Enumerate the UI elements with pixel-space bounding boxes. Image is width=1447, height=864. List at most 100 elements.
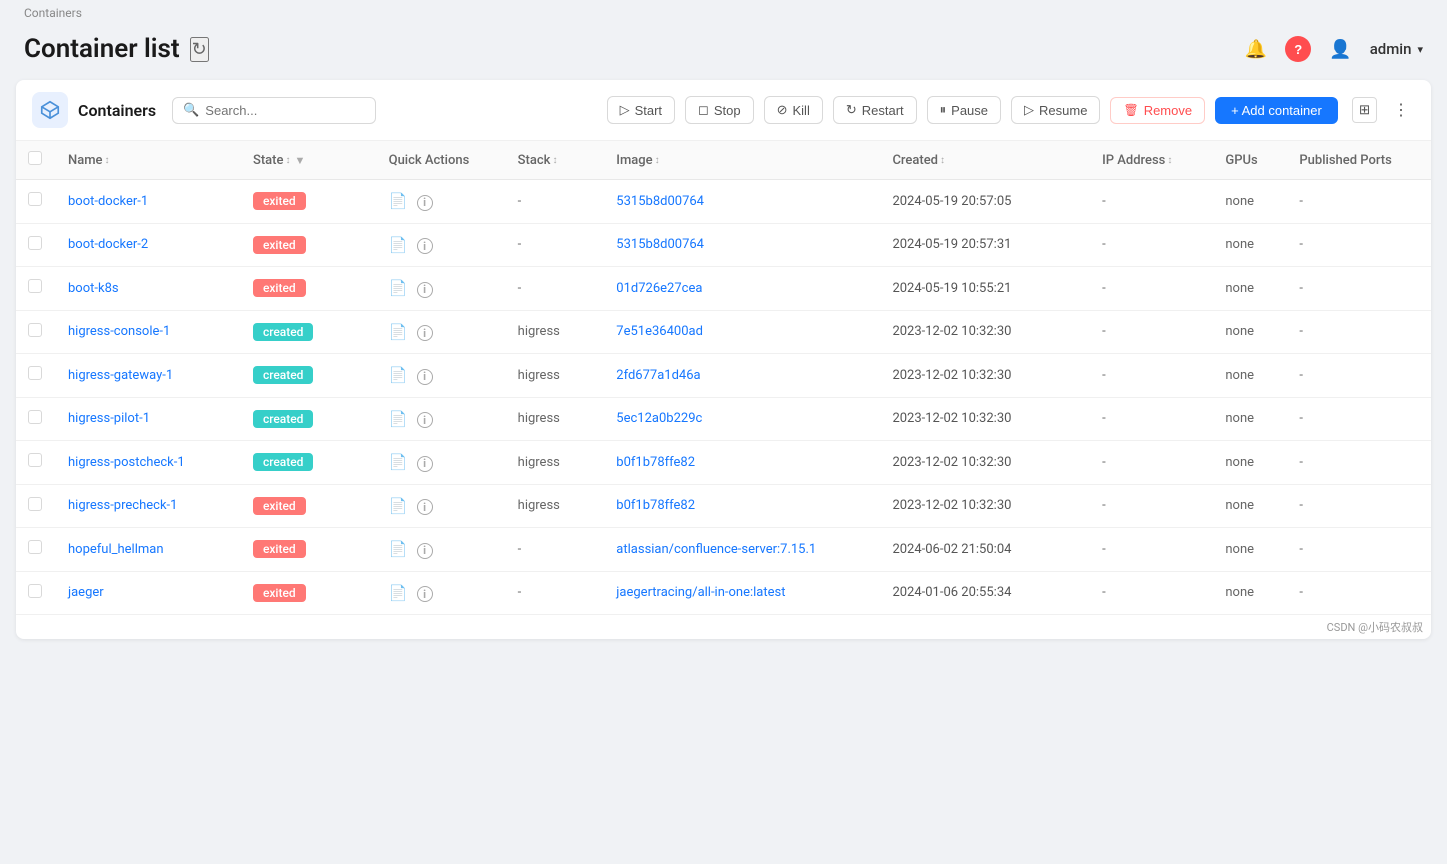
stack-cell: -: [506, 223, 605, 267]
container-name-link[interactable]: higress-console-1: [68, 324, 170, 339]
add-container-button[interactable]: + Add container: [1215, 97, 1338, 124]
resume-button[interactable]: ▷ Resume: [1011, 96, 1100, 124]
gpus-cell: none: [1213, 267, 1287, 311]
row-checkbox-5[interactable]: [28, 410, 42, 424]
info-icon[interactable]: i: [417, 282, 433, 298]
start-icon: ▷: [620, 102, 630, 118]
row-checkbox-8[interactable]: [28, 540, 42, 554]
container-name-link[interactable]: boot-docker-2: [68, 237, 148, 252]
image-link[interactable]: atlassian/confluence-server:7.15.1: [616, 542, 816, 557]
sort-stack-icon[interactable]: ↕: [552, 155, 557, 166]
sort-state-icon[interactable]: ↕: [285, 155, 290, 166]
info-icon[interactable]: i: [417, 369, 433, 385]
state-badge: exited: [253, 497, 306, 515]
logs-icon[interactable]: 📄: [389, 192, 408, 210]
kill-icon: ⊘: [777, 102, 788, 118]
notification-button[interactable]: 🔔: [1245, 39, 1267, 60]
help-button[interactable]: ?: [1285, 36, 1311, 62]
logs-icon[interactable]: 📄: [389, 279, 408, 297]
state-badge: created: [253, 410, 313, 428]
image-link[interactable]: 5315b8d00764: [616, 194, 704, 209]
stack-cell: higress: [506, 354, 605, 398]
info-icon[interactable]: i: [417, 586, 433, 602]
stop-button[interactable]: ◻ Stop: [685, 96, 754, 124]
kill-button[interactable]: ⊘ Kill: [764, 96, 823, 124]
search-input[interactable]: [205, 103, 365, 118]
logs-icon[interactable]: 📄: [389, 236, 408, 254]
info-icon[interactable]: i: [417, 325, 433, 341]
image-link[interactable]: b0f1b78ffe82: [616, 498, 695, 513]
gpus-cell: none: [1213, 571, 1287, 615]
image-link[interactable]: 01d726e27cea: [616, 281, 702, 296]
user-label: admin: [1370, 40, 1412, 58]
logs-icon[interactable]: 📄: [389, 366, 408, 384]
pause-icon: ⏸: [940, 102, 947, 118]
logs-icon[interactable]: 📄: [389, 323, 408, 341]
row-checkbox-6[interactable]: [28, 453, 42, 467]
gpus-cell: none: [1213, 310, 1287, 354]
refresh-button[interactable]: ↻: [190, 37, 209, 62]
container-name-link[interactable]: higress-gateway-1: [68, 368, 173, 383]
filter-state-icon[interactable]: ▼: [294, 154, 305, 167]
image-link[interactable]: jaegertracing/all-in-one:latest: [616, 585, 785, 600]
remove-icon: 🗑: [1123, 103, 1138, 117]
created-cell: 2024-05-19 20:57:05: [880, 180, 1090, 224]
info-icon[interactable]: i: [417, 195, 433, 211]
stack-cell: -: [506, 571, 605, 615]
image-link[interactable]: 5315b8d00764: [616, 237, 704, 252]
image-link[interactable]: 7e51e36400ad: [616, 324, 703, 339]
created-cell: 2023-12-02 10:32:30: [880, 484, 1090, 528]
container-name-link[interactable]: higress-pilot-1: [68, 411, 150, 426]
logs-icon[interactable]: 📄: [389, 584, 408, 602]
container-name-link[interactable]: boot-k8s: [68, 281, 119, 296]
logs-icon[interactable]: 📄: [389, 540, 408, 558]
select-all-checkbox[interactable]: [28, 151, 42, 165]
created-cell: 2024-05-19 20:57:31: [880, 223, 1090, 267]
restart-button[interactable]: ↻ Restart: [833, 96, 917, 124]
row-checkbox-3[interactable]: [28, 323, 42, 337]
sort-image-icon[interactable]: ↕: [655, 155, 660, 166]
start-button[interactable]: ▷ Start: [607, 96, 675, 124]
logs-icon[interactable]: 📄: [389, 410, 408, 428]
row-checkbox-7[interactable]: [28, 497, 42, 511]
col-created-header: Created: [892, 153, 938, 168]
image-link[interactable]: 5ec12a0b229c: [616, 411, 702, 426]
row-checkbox-1[interactable]: [28, 236, 42, 250]
pause-button[interactable]: ⏸ Pause: [927, 96, 1001, 124]
logs-icon[interactable]: 📄: [389, 497, 408, 515]
stack-cell: higress: [506, 397, 605, 441]
sort-name-icon[interactable]: ↕: [105, 155, 110, 166]
row-checkbox-9[interactable]: [28, 584, 42, 598]
ports-cell: -: [1287, 180, 1431, 224]
search-box[interactable]: 🔍: [172, 97, 376, 124]
container-name-link[interactable]: hopeful_hellman: [68, 542, 164, 557]
container-name-link[interactable]: boot-docker-1: [68, 194, 148, 209]
row-checkbox-4[interactable]: [28, 366, 42, 380]
sort-created-icon[interactable]: ↕: [940, 155, 945, 166]
sort-ip-icon[interactable]: ↕: [1167, 155, 1172, 166]
ports-cell: -: [1287, 397, 1431, 441]
info-icon[interactable]: i: [417, 499, 433, 515]
remove-button[interactable]: 🗑 Remove: [1110, 97, 1205, 124]
table-header-row: Name ↕ State ↕ ▼ Quick Actions: [16, 141, 1431, 180]
search-icon: 🔍: [183, 103, 199, 118]
created-cell: 2024-01-06 20:55:34: [880, 571, 1090, 615]
grid-view-button[interactable]: ⊞: [1352, 97, 1377, 123]
user-menu[interactable]: admin ▾: [1370, 40, 1423, 58]
row-checkbox-2[interactable]: [28, 279, 42, 293]
info-icon[interactable]: i: [417, 412, 433, 428]
col-name-header: Name: [68, 153, 103, 168]
container-name-link[interactable]: higress-precheck-1: [68, 498, 177, 513]
info-icon[interactable]: i: [417, 456, 433, 472]
ip-cell: -: [1090, 571, 1213, 615]
row-checkbox-0[interactable]: [28, 192, 42, 206]
info-icon[interactable]: i: [417, 238, 433, 254]
container-name-link[interactable]: higress-postcheck-1: [68, 455, 185, 470]
container-name-link[interactable]: jaeger: [68, 585, 104, 600]
image-link[interactable]: b0f1b78ffe82: [616, 455, 695, 470]
image-link[interactable]: 2fd677a1d46a: [616, 368, 700, 383]
info-icon[interactable]: i: [417, 543, 433, 559]
more-options-button[interactable]: ⋮: [1387, 96, 1415, 124]
table-row: boot-docker-1 exited 📄 i - 5315b8d00764 …: [16, 180, 1431, 224]
logs-icon[interactable]: 📄: [389, 453, 408, 471]
